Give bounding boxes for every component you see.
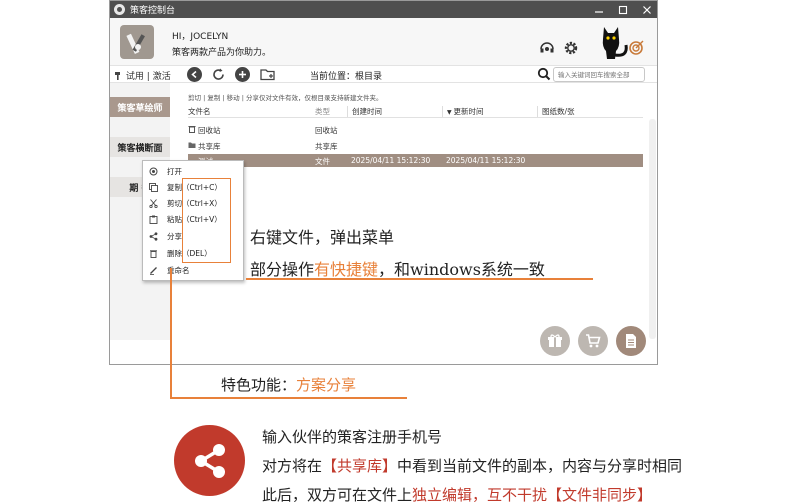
column-name[interactable]: 文件名 bbox=[188, 106, 211, 117]
callout-line-vertical bbox=[170, 268, 172, 398]
share-desc-line-2: 对方将在【共享库】中看到当前文件的副本，内容与分享时相同 bbox=[262, 457, 683, 475]
new-folder-icon bbox=[259, 69, 275, 81]
gift-icon bbox=[548, 334, 562, 347]
column-type[interactable]: 类型 bbox=[315, 106, 330, 117]
file-name: 回收站 bbox=[198, 126, 221, 135]
file-type: 回收站 bbox=[315, 126, 338, 135]
shopping-cart-icon bbox=[586, 334, 601, 348]
paste-icon bbox=[148, 214, 158, 224]
title-bar: 策客控制台 bbox=[110, 1, 657, 18]
search-input[interactable] bbox=[553, 67, 645, 82]
file-name: 共享库 bbox=[198, 142, 221, 151]
vertical-scrollbar[interactable] bbox=[649, 119, 656, 339]
file-type: 文件 bbox=[315, 157, 330, 166]
file-type: 共享库 bbox=[315, 142, 338, 151]
app-logo-icon bbox=[114, 4, 125, 15]
avatar[interactable] bbox=[120, 25, 154, 59]
share-desc-line-1: 输入伙伴的策客注册手机号 bbox=[262, 428, 443, 446]
scissors-icon bbox=[148, 198, 158, 208]
plus-icon bbox=[239, 71, 246, 78]
gift-button[interactable] bbox=[540, 326, 570, 356]
trash-icon bbox=[148, 248, 158, 258]
file-updated: 2025/04/11 15:12:30 bbox=[446, 156, 526, 165]
header-icons bbox=[539, 40, 579, 56]
feature-title: 特色功能：方案分享 bbox=[221, 376, 357, 394]
support-icon[interactable] bbox=[539, 40, 555, 56]
recycle-bin-icon bbox=[188, 125, 196, 135]
close-icon[interactable] bbox=[641, 4, 653, 16]
black-cat-mascot-icon bbox=[602, 27, 644, 59]
drafting-tools-icon bbox=[126, 33, 145, 55]
search-icon[interactable] bbox=[537, 67, 551, 81]
app-header: HI，JOCELYN 策客两款产品为你助力。 bbox=[110, 18, 657, 65]
add-button[interactable] bbox=[235, 67, 250, 82]
operations-hint: 剪切 | 复制 | 移动 | 分享仅对文件有效，仅根目录支持新建文件夹。 bbox=[188, 94, 383, 102]
copy-icon bbox=[148, 182, 158, 192]
chevron-left-icon bbox=[191, 70, 197, 79]
window-controls bbox=[593, 1, 653, 18]
cart-button[interactable] bbox=[578, 326, 608, 356]
file-table-header: 文件名 类型 创建时间 ▼ 更新时间 图纸数/张 bbox=[188, 104, 643, 118]
file-list-area: 剪切 | 复制 | 移动 | 分享仅对文件有效，仅根目录支持新建文件夹。 文件名… bbox=[172, 83, 657, 340]
file-created: 2025/04/11 15:12:30 bbox=[351, 156, 431, 165]
refresh-icon bbox=[213, 68, 224, 80]
column-created[interactable]: 创建时间 bbox=[347, 106, 382, 117]
hammer-icon bbox=[115, 72, 120, 80]
open-icon bbox=[148, 166, 158, 176]
table-row[interactable]: 回收站 回收站 bbox=[188, 123, 643, 136]
menu-item-open[interactable]: 打开 bbox=[143, 163, 243, 179]
user-greeting: HI，JOCELYN bbox=[172, 32, 229, 42]
trial-separator: | bbox=[146, 72, 150, 82]
document-icon bbox=[626, 334, 636, 348]
activate-link[interactable]: 激活 bbox=[153, 72, 171, 82]
share-icon bbox=[148, 231, 158, 241]
document-button[interactable] bbox=[616, 326, 646, 356]
share-icon bbox=[194, 443, 225, 478]
gear-icon[interactable] bbox=[563, 40, 579, 56]
tagline: 策客两款产品为你助力。 bbox=[172, 48, 272, 58]
table-row[interactable]: 共享库 共享库 bbox=[188, 139, 643, 152]
share-badge bbox=[174, 425, 245, 496]
minimize-icon[interactable] bbox=[593, 4, 605, 16]
sidebar-item-cross-section[interactable]: 策客横断面 bbox=[110, 137, 170, 157]
back-button[interactable] bbox=[187, 67, 202, 82]
shortcut-highlight-box bbox=[182, 178, 231, 263]
annotation-shortcuts: 部分操作有快捷键，和windows系统一致 bbox=[250, 260, 545, 279]
toolbar: 试用 | 激活 当前位置：根目录 bbox=[110, 65, 657, 83]
share-desc-line-3: 此后，双方可在文件上独立编辑，互不干扰【文件非同步】 bbox=[262, 486, 653, 504]
callout-line-feature bbox=[170, 397, 407, 399]
trial-link[interactable]: 试用 bbox=[126, 72, 144, 82]
current-location: 当前位置：根目录 bbox=[310, 72, 383, 82]
sidebar-item-sketcher[interactable]: 策客草绘师 bbox=[110, 97, 170, 117]
window-title: 策客控制台 bbox=[130, 6, 176, 16]
folder-icon bbox=[188, 141, 196, 151]
file-nav-buttons bbox=[187, 67, 276, 82]
bottom-action-buttons bbox=[540, 326, 646, 356]
refresh-button[interactable] bbox=[211, 67, 226, 82]
new-folder-button[interactable] bbox=[259, 67, 276, 82]
column-size[interactable]: 图纸数/张 bbox=[537, 106, 575, 117]
table-row-selected[interactable]: 测试 文件 2025/04/11 15:12:30 2025/04/11 15:… bbox=[188, 154, 643, 167]
menu-item-rename[interactable]: 重命名 bbox=[143, 262, 243, 278]
column-updated[interactable]: ▼ 更新时间 bbox=[442, 106, 484, 117]
annotation-right-click: 右键文件，弹出菜单 bbox=[250, 228, 395, 247]
pencil-icon bbox=[148, 265, 158, 275]
maximize-icon[interactable] bbox=[617, 4, 629, 16]
trial-activate: 试用 | 激活 bbox=[114, 69, 171, 82]
